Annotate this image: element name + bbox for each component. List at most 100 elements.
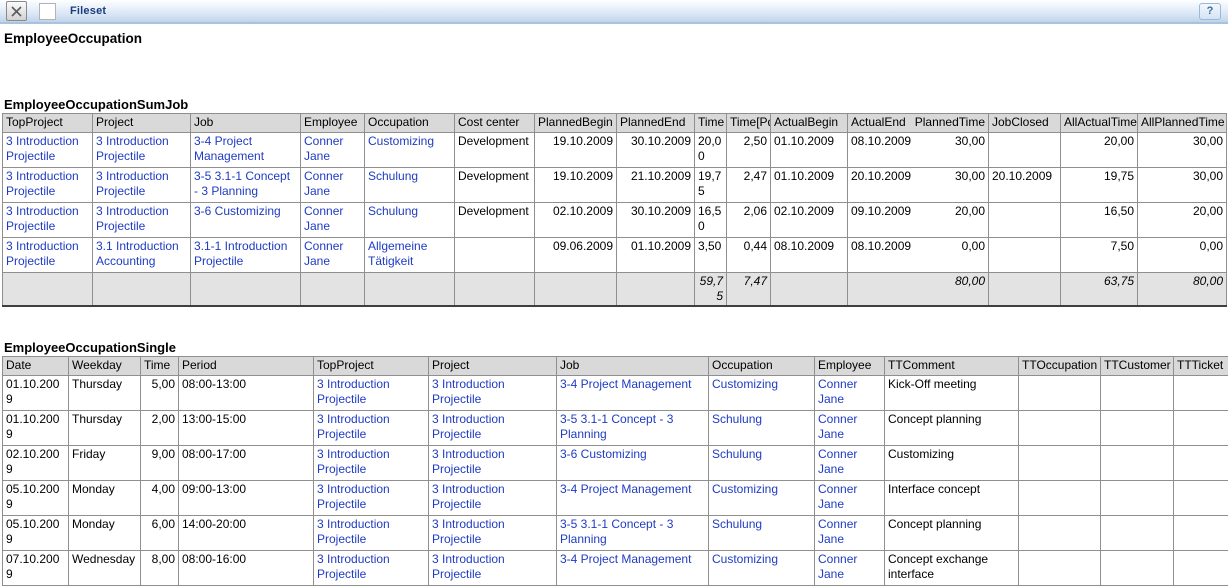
project-link[interactable]: 3.1 Introduction Accounting [96, 239, 179, 268]
employee-link[interactable]: Conner Jane [818, 517, 857, 546]
occupation-link[interactable]: Schulung [368, 204, 418, 218]
job-link[interactable]: 3-5 3.1-1 Concept - 3 Planning [560, 517, 673, 546]
cell-actual-end-planned-time: 09.10.2009 20,00 [848, 203, 989, 238]
cell-employee: Conner Jane [815, 411, 885, 446]
top-project-link[interactable]: 3 Introduction Projectile [6, 134, 79, 163]
occupation-link[interactable]: Schulung [712, 517, 762, 531]
cell-tt-comment: Concept planning [885, 411, 1019, 446]
cell-actual-end-planned-time: 08.10.2009 30,00 [848, 133, 989, 168]
col-period: Period [179, 357, 314, 376]
cell-occupation: Schulung [365, 168, 455, 203]
col-project: Project [429, 357, 557, 376]
cell-time: 5,00 [141, 376, 179, 411]
cell-planned-begin: 19.10.2009 [535, 133, 617, 168]
occupation-link[interactable]: Customizing [368, 134, 434, 148]
cell-cost-center: Development [455, 203, 535, 238]
top-project-link[interactable]: 3 Introduction Projectile [317, 517, 390, 546]
col-tt-occupation: TTOccupation [1019, 357, 1101, 376]
project-link[interactable]: 3 Introduction Projectile [432, 517, 505, 546]
project-link[interactable]: 3 Introduction Projectile [432, 447, 505, 476]
top-project-link[interactable]: 3 Introduction Projectile [317, 552, 390, 581]
job-link[interactable]: 3.1-1 Introduction Projectile [194, 239, 287, 268]
cell-tt-ticket [1174, 516, 1228, 551]
employee-link[interactable]: Conner Jane [818, 377, 857, 406]
cell-top-project: 3 Introduction Projectile [314, 446, 429, 481]
cell-date: 05.10.2009 [3, 516, 69, 551]
employee-link[interactable]: Conner Jane [304, 204, 343, 233]
cell-period: 13:00-15:00 [179, 411, 314, 446]
cell-tt-ticket [1174, 446, 1228, 481]
occupation-link[interactable]: Schulung [368, 169, 418, 183]
col-planned-begin: PlannedBegin [535, 114, 617, 133]
cell-job-closed [989, 203, 1061, 238]
employee-link[interactable]: Conner Jane [304, 169, 343, 198]
col-top-project: TopProject [314, 357, 429, 376]
occupation-link[interactable]: Customizing [712, 482, 778, 496]
cell-weekday: Thursday [69, 376, 141, 411]
occupation-link[interactable]: Schulung [712, 447, 762, 461]
cell-cost-center [455, 238, 535, 273]
top-project-link[interactable]: 3 Introduction Projectile [317, 482, 390, 511]
cell-tt-occupation [1019, 446, 1101, 481]
sum-row: 3 Introduction Projectile 3 Introduction… [3, 168, 1227, 203]
cell-actual-begin: 08.10.2009 [771, 238, 848, 273]
cell-planned-time: 0,00 [962, 239, 985, 254]
top-project-link[interactable]: 3 Introduction Projectile [317, 412, 390, 441]
employee-link[interactable]: Conner Jane [304, 239, 343, 268]
cell-project: 3 Introduction Projectile [429, 446, 557, 481]
job-link[interactable]: 3-5 3.1-1 Concept - 3 Planning [194, 169, 290, 198]
occupation-link[interactable]: Schulung [712, 412, 762, 426]
top-project-link[interactable]: 3 Introduction Projectile [6, 169, 79, 198]
job-link[interactable]: 3-4 Project Management [194, 134, 264, 163]
project-link[interactable]: 3 Introduction Projectile [432, 377, 505, 406]
help-button[interactable]: ? [1199, 3, 1221, 20]
job-link[interactable]: 3-6 Customizing [560, 447, 647, 461]
top-project-link[interactable]: 3 Introduction Projectile [317, 447, 390, 476]
project-link[interactable]: 3 Introduction Projectile [432, 482, 505, 511]
cell-project: 3 Introduction Projectile [429, 376, 557, 411]
job-link[interactable]: 3-6 Customizing [194, 204, 281, 218]
employee-link[interactable]: Conner Jane [818, 447, 857, 476]
cell-occupation: Schulung [709, 411, 815, 446]
employee-link[interactable]: Conner Jane [818, 412, 857, 441]
col-all-planned-time: AllPlannedTime [1138, 114, 1227, 133]
top-project-link[interactable]: 3 Introduction Projectile [317, 377, 390, 406]
employee-link[interactable]: Conner Jane [818, 482, 857, 511]
cell-employee: Conner Jane [301, 168, 365, 203]
sum-row: 3 Introduction Projectile 3 Introduction… [3, 133, 1227, 168]
cell-planned-begin: 19.10.2009 [535, 168, 617, 203]
cell-tt-customer [1101, 411, 1174, 446]
job-link[interactable]: 3-5 3.1-1 Concept - 3 Planning [560, 412, 673, 441]
col-job-closed: JobClosed [989, 114, 1061, 133]
summary-all-planned-time: 80,00 [1138, 273, 1227, 307]
top-project-link[interactable]: 3 Introduction Projectile [6, 239, 79, 268]
fileset-checkbox[interactable] [39, 3, 56, 20]
sum-table: TopProject Project Job Employee Occupati… [2, 113, 1227, 307]
top-project-link[interactable]: 3 Introduction Projectile [6, 204, 79, 233]
job-link[interactable]: 3-4 Project Management [560, 377, 691, 391]
project-link[interactable]: 3 Introduction Projectile [96, 169, 169, 198]
close-icon [10, 5, 23, 18]
cell-project: 3 Introduction Projectile [429, 516, 557, 551]
cell-top-project: 3 Introduction Projectile [314, 516, 429, 551]
cell-time: 8,00 [141, 551, 179, 586]
cell-time: 2,00 [141, 411, 179, 446]
cell-tt-ticket [1174, 481, 1228, 516]
cell-project: 3 Introduction Projectile [429, 411, 557, 446]
job-link[interactable]: 3-4 Project Management [560, 482, 691, 496]
occupation-link[interactable]: Customizing [712, 377, 778, 391]
cell-cost-center: Development [455, 133, 535, 168]
cell-job-closed: 20.10.2009 [989, 168, 1061, 203]
project-link[interactable]: 3 Introduction Projectile [432, 552, 505, 581]
occupation-link[interactable]: Allgemeine Tätigkeit [368, 239, 427, 268]
employee-link[interactable]: Conner Jane [304, 134, 343, 163]
project-link[interactable]: 3 Introduction Projectile [432, 412, 505, 441]
cell-top-project: 3 Introduction Projectile [3, 168, 93, 203]
project-link[interactable]: 3 Introduction Projectile [96, 204, 169, 233]
employee-link[interactable]: Conner Jane [818, 552, 857, 581]
cell-all-planned-time: 20,00 [1138, 203, 1227, 238]
close-button[interactable] [6, 1, 27, 21]
project-link[interactable]: 3 Introduction Projectile [96, 134, 169, 163]
col-tt-customer: TTCustomer [1101, 357, 1174, 376]
cell-occupation: Customizing [709, 551, 815, 586]
